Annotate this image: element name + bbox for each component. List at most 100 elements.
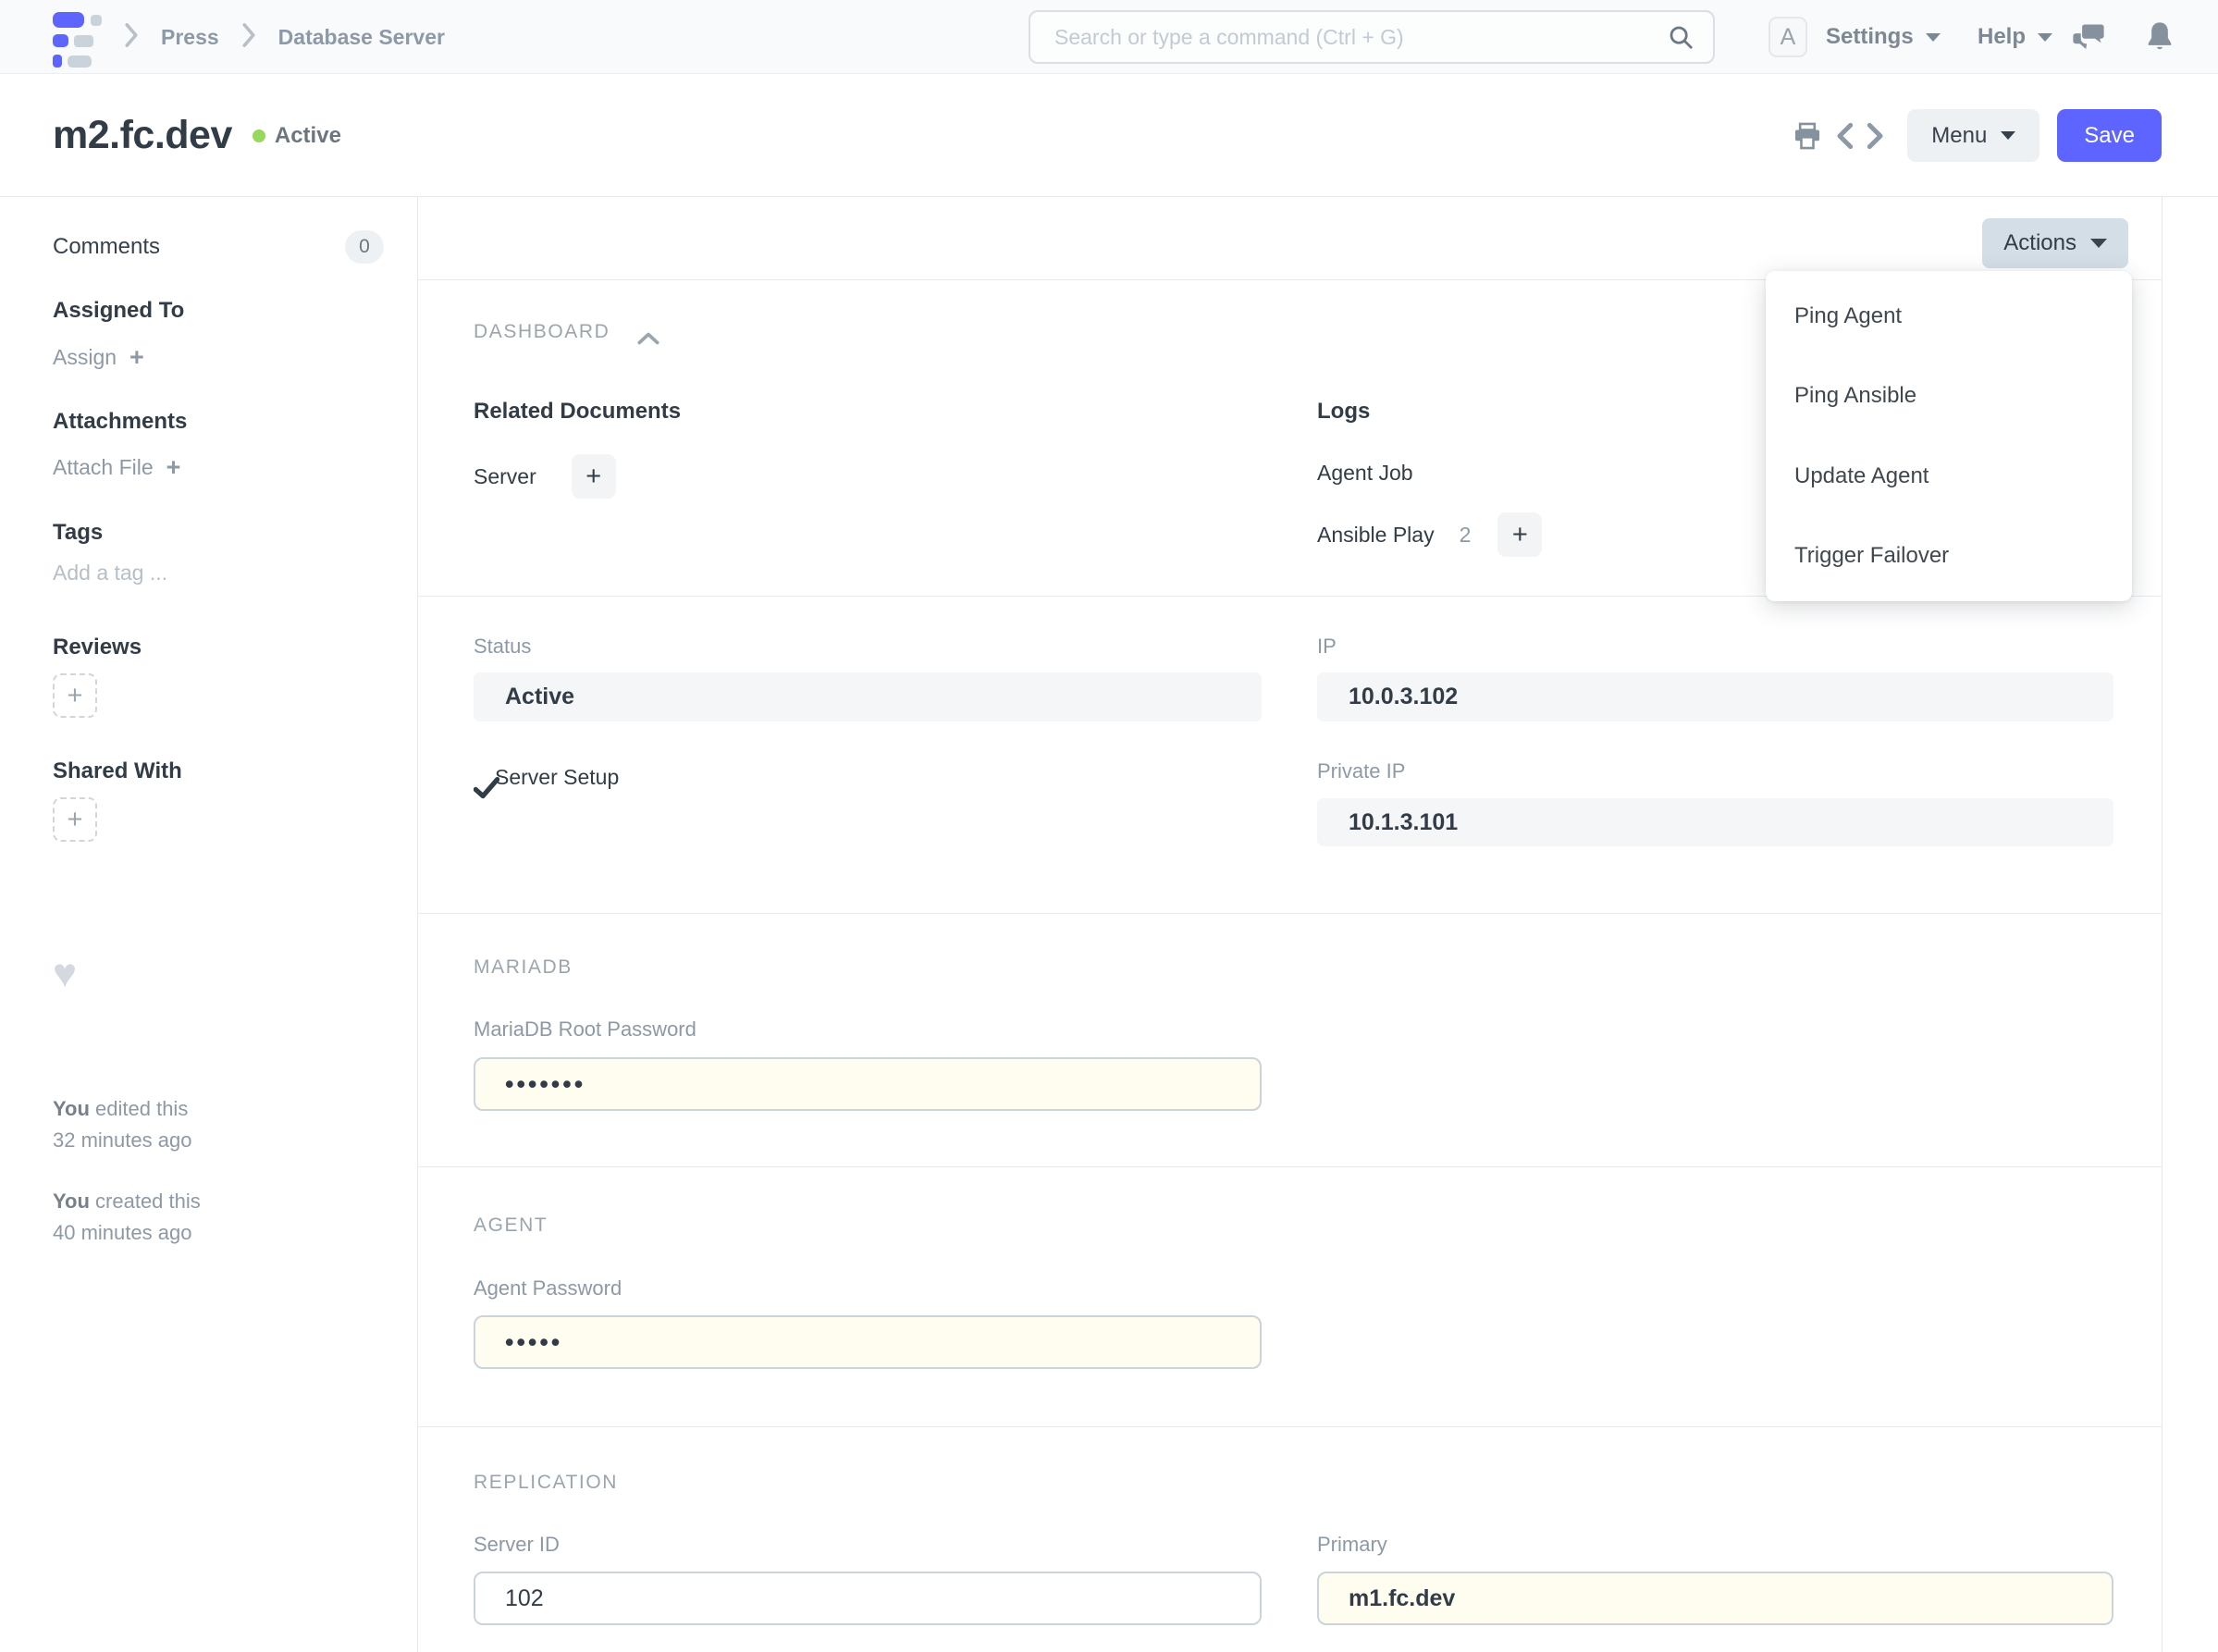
attach-file-button[interactable]: Attach File +	[53, 453, 180, 482]
replication-section-label: REPLICATION	[474, 1472, 619, 1493]
tags-heading: Tags	[53, 520, 104, 545]
status-section: Status Server Setup IP Private IP	[418, 597, 2162, 914]
page: Press Database Server A Settings Help	[0, 0, 2218, 1652]
menu-item-update-agent[interactable]: Update Agent	[1766, 437, 2132, 516]
dashboard-section-label: DASHBOARD	[474, 321, 610, 342]
assign-label: Assign	[53, 345, 117, 369]
help-label: Help	[1978, 24, 2027, 49]
form-body: Actions Ping Agent Ping Ansible Update A…	[418, 197, 2163, 1652]
ip-field-label: IP	[1317, 635, 1337, 658]
sidebar: Comments 0 Assigned To Assign + Attachme…	[0, 197, 418, 1652]
agent-job-link[interactable]: Agent Job	[1317, 461, 1413, 486]
comments-label: Comments	[53, 234, 161, 259]
edited-who: You	[53, 1097, 90, 1120]
created-action: created this	[89, 1190, 201, 1213]
share-button[interactable]: +	[53, 797, 97, 842]
chevron-right-icon	[241, 22, 256, 52]
next-document-icon[interactable]	[1867, 122, 1885, 150]
print-icon[interactable]	[1793, 122, 1822, 150]
edited-note: You edited this 32 minutes ago	[53, 1093, 191, 1156]
actions-button-label: Actions	[2003, 230, 2076, 255]
comments-count-badge: 0	[345, 230, 384, 264]
shared-with-heading: Shared With	[53, 758, 182, 783]
edited-when: 32 minutes ago	[53, 1128, 192, 1152]
sidebar-comments[interactable]: Comments 0	[53, 230, 384, 264]
mariadb-section: MARIADB MariaDB Root Password	[418, 914, 2162, 1167]
mariadb-root-password-field[interactable]	[474, 1057, 1262, 1111]
edited-action: edited this	[89, 1097, 189, 1120]
dashboard-section-heading: DASHBOARD	[474, 321, 659, 345]
settings-label: Settings	[1826, 24, 1914, 49]
status-field[interactable]	[474, 672, 1262, 721]
agent-password-field[interactable]	[474, 1315, 1262, 1369]
global-search	[1029, 10, 1715, 64]
actions-row: Actions	[418, 197, 2162, 280]
status-field-label: Status	[474, 635, 532, 658]
replication-section: REPLICATION Server ID Primary	[418, 1427, 2162, 1652]
help-menu[interactable]: Help	[1978, 0, 2053, 74]
add-server-button[interactable]: +	[571, 454, 616, 499]
attach-file-label: Attach File	[53, 455, 154, 479]
mariadb-root-password-label: MariaDB Root Password	[474, 1017, 696, 1041]
plus-icon: +	[129, 343, 144, 371]
menu-item-ping-agent[interactable]: Ping Agent	[1766, 277, 2132, 356]
related-documents-heading: Related Documents	[474, 399, 682, 424]
chevron-down-icon	[2001, 131, 2016, 140]
chevron-down-icon	[2090, 239, 2107, 248]
search-input[interactable]	[1030, 24, 1667, 50]
logs-heading: Logs	[1317, 399, 1371, 424]
chevron-down-icon	[2038, 32, 2053, 42]
created-who: You	[53, 1190, 90, 1213]
server-setup-checkbox[interactable]: Server Setup	[474, 761, 620, 799]
agent-password-label: Agent Password	[474, 1276, 622, 1300]
reviews-heading: Reviews	[53, 635, 142, 660]
add-ansible-play-button[interactable]: +	[1497, 512, 1543, 557]
ansible-play-count: 2	[1459, 522, 1472, 547]
settings-menu[interactable]: Settings	[1826, 0, 1941, 74]
like-heart-icon[interactable]: ♥	[53, 954, 77, 994]
server-id-label: Server ID	[474, 1533, 560, 1556]
save-button[interactable]: Save	[2057, 109, 2162, 162]
primary-label: Primary	[1317, 1533, 1387, 1556]
bell-icon[interactable]	[2146, 21, 2174, 53]
app-logo-icon[interactable]	[53, 12, 105, 68]
private-ip-field[interactable]	[1317, 798, 2113, 846]
menu-button[interactable]: Menu	[1907, 109, 2040, 162]
add-review-button[interactable]: +	[53, 673, 97, 718]
ansible-play-row: Ansible Play 2 +	[1317, 512, 1543, 557]
server-setup-label: Server Setup	[495, 764, 620, 789]
status-indicator-dot	[252, 129, 265, 142]
agent-job-row: Agent Job	[1317, 458, 1413, 487]
primary-field[interactable]	[1317, 1572, 2113, 1625]
assigned-to-heading: Assigned To	[53, 298, 185, 323]
menu-button-label: Menu	[1931, 122, 1988, 148]
ip-field[interactable]	[1317, 672, 2113, 721]
chevron-down-icon	[1925, 32, 1941, 42]
breadcrumb-press[interactable]: Press	[161, 25, 219, 50]
title-bar: m2.fc.dev Active Menu Save	[0, 74, 2218, 197]
menu-item-trigger-failover[interactable]: Trigger Failover	[1766, 516, 2132, 596]
page-title: m2.fc.dev	[53, 113, 232, 157]
avatar[interactable]: A	[1768, 17, 1807, 57]
attachments-heading: Attachments	[53, 409, 188, 434]
prev-document-icon[interactable]	[1835, 122, 1854, 150]
server-id-field[interactable]	[474, 1572, 1262, 1625]
menu-item-ping-ansible[interactable]: Ping Ansible	[1766, 356, 2132, 436]
chevron-right-icon	[124, 22, 139, 52]
add-tag-input[interactable]: Add a tag ...	[53, 561, 167, 586]
created-note: You created this 40 minutes ago	[53, 1186, 201, 1249]
agent-section-label: AGENT	[474, 1214, 548, 1236]
actions-dropdown: Ping Agent Ping Ansible Update Agent Tri…	[1766, 271, 2132, 601]
private-ip-field-label: Private IP	[1317, 759, 1406, 783]
related-server-row: Server +	[474, 454, 616, 499]
status-badge: Active	[274, 122, 341, 148]
breadcrumb-database-server[interactable]: Database Server	[278, 25, 445, 50]
navbar: Press Database Server A Settings Help	[0, 0, 2218, 74]
ansible-play-link[interactable]: Ansible Play	[1317, 523, 1435, 548]
plus-icon: +	[166, 453, 181, 481]
search-icon[interactable]	[1667, 23, 1694, 51]
assign-button[interactable]: Assign +	[53, 343, 144, 372]
server-link[interactable]: Server	[474, 464, 536, 489]
actions-button[interactable]: Actions	[1982, 218, 2128, 268]
chat-icon[interactable]	[2072, 23, 2105, 53]
